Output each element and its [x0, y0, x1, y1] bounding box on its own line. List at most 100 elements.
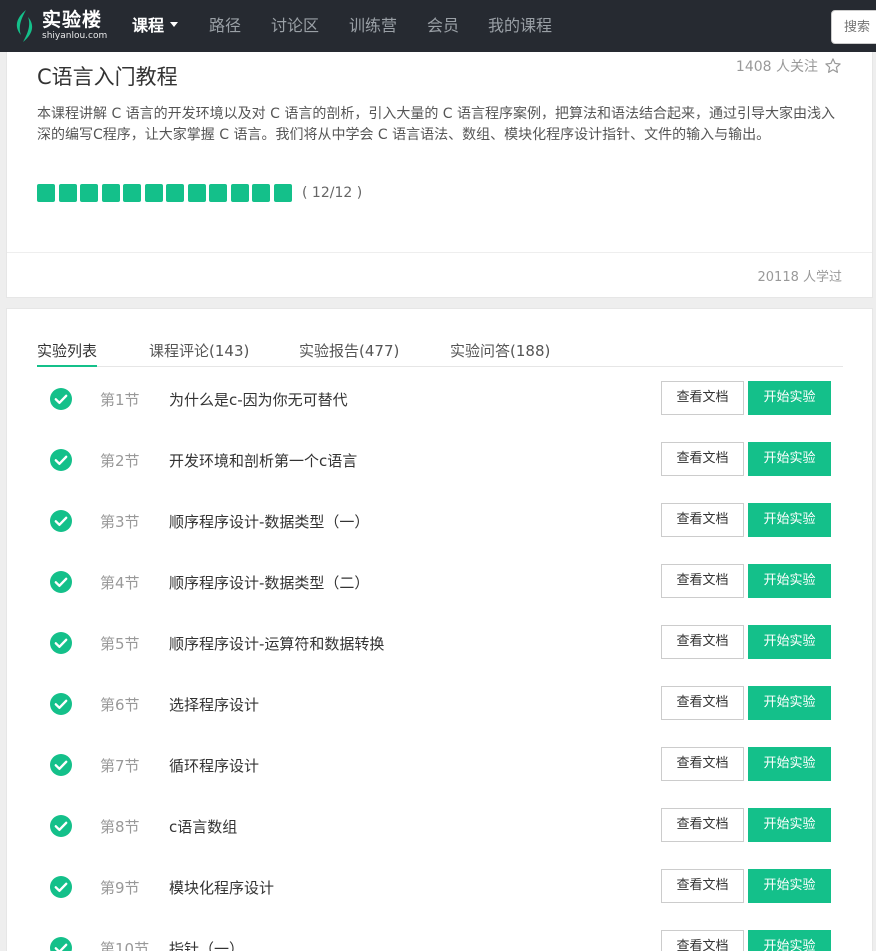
start-lab-button[interactable]: 开始实验	[748, 808, 831, 842]
section-title[interactable]: 指针（一）	[169, 938, 244, 951]
progress-block	[123, 184, 141, 202]
section-row: 第7节 循环程序设计 查看文档 开始实验	[7, 743, 872, 804]
course-progress: ( 12/12 )	[37, 184, 362, 202]
section-title[interactable]: 为什么是c-因为你无可替代	[169, 389, 348, 410]
progress-block	[273, 184, 292, 202]
section-title[interactable]: 顺序程序设计-数据类型（一）	[169, 511, 369, 532]
section-row: 第9节 模块化程序设计 查看文档 开始实验	[7, 865, 872, 926]
start-lab-button[interactable]: 开始实验	[748, 930, 831, 951]
course-info-card: C语言入门教程 1408 人关注 本课程讲解 C 语言的开发环境以及对 C 语言…	[6, 52, 873, 298]
follow-button[interactable]: 1408 人关注	[736, 56, 842, 76]
nav-bootcamp[interactable]: 训练营	[349, 0, 397, 52]
nav-forum[interactable]: 讨论区	[271, 0, 319, 52]
section-number: 第3节	[100, 513, 140, 531]
course-description: 本课程讲解 C 语言的开发环境以及对 C 语言的剖析，引入大量的 C 语言程序案…	[37, 106, 836, 143]
course-title: C语言入门教程	[37, 65, 178, 89]
progress-block	[101, 184, 120, 202]
site-logo[interactable]: 实验楼 shiyanlou.com	[12, 9, 107, 43]
start-lab-button[interactable]: 开始实验	[748, 442, 831, 476]
section-title[interactable]: 顺序程序设计-运算符和数据转换	[169, 633, 384, 654]
nav-paths[interactable]: 路径	[209, 0, 241, 52]
section-title[interactable]: c语言数组	[169, 816, 237, 837]
section-number: 第8节	[100, 818, 140, 836]
check-circle-icon	[50, 449, 72, 471]
section-row: 第3节 顺序程序设计-数据类型（一） 查看文档 开始实验	[7, 499, 872, 560]
view-doc-button[interactable]: 查看文档	[661, 808, 744, 842]
section-row: 第2节 开发环境和剖析第一个c语言 查看文档 开始实验	[7, 438, 872, 499]
section-title[interactable]: 开发环境和剖析第一个c语言	[169, 450, 357, 471]
check-circle-icon	[50, 571, 72, 593]
nav-membership[interactable]: 会员	[427, 0, 459, 52]
logo-domain: shiyanlou.com	[42, 31, 108, 41]
caret-down-icon	[170, 22, 179, 27]
start-lab-button[interactable]: 开始实验	[748, 869, 831, 903]
nav-courses[interactable]: 课程	[132, 0, 179, 52]
view-doc-button[interactable]: 查看文档	[661, 503, 744, 537]
tab-reports[interactable]: 实验报告(477)	[299, 341, 399, 367]
view-doc-button[interactable]: 查看文档	[661, 381, 744, 415]
section-row: 第5节 顺序程序设计-运算符和数据转换 查看文档 开始实验	[7, 621, 872, 682]
section-row: 第10节 指针（一） 查看文档 开始实验	[7, 926, 872, 951]
tab-lab-list[interactable]: 实验列表	[37, 341, 98, 367]
section-title[interactable]: 模块化程序设计	[169, 877, 274, 898]
section-title[interactable]: 顺序程序设计-数据类型（二）	[169, 572, 369, 593]
progress-block	[58, 184, 77, 202]
progress-block	[80, 184, 98, 202]
search-input[interactable]	[831, 10, 876, 44]
tab-reviews[interactable]: 课程评论(143)	[149, 341, 249, 367]
learned-count: 20118 人学过	[757, 270, 843, 285]
divider	[7, 252, 872, 253]
section-number: 第1节	[100, 391, 140, 409]
section-number: 第7节	[100, 757, 140, 775]
progress-block	[144, 184, 163, 202]
top-navbar: 实验楼 shiyanlou.com 课程 路径 讨论区 训练营 会员 我的课程	[0, 0, 876, 52]
view-doc-button[interactable]: 查看文档	[661, 869, 744, 903]
view-doc-button[interactable]: 查看文档	[661, 564, 744, 598]
section-number: 第2节	[100, 452, 140, 470]
view-doc-button[interactable]: 查看文档	[661, 442, 744, 476]
section-number: 第6节	[100, 696, 140, 714]
check-circle-icon	[50, 876, 72, 898]
section-row: 第1节 为什么是c-因为你无可替代 查看文档 开始实验	[7, 377, 872, 438]
lab-list-card: 实验列表 课程评论(143) 实验报告(477) 实验问答(188) 第1节 为什…	[6, 308, 873, 951]
progress-block	[37, 184, 55, 202]
start-lab-button[interactable]: 开始实验	[748, 625, 831, 659]
followers-count: 1408 人关注	[735, 59, 818, 75]
start-lab-button[interactable]: 开始实验	[748, 747, 831, 781]
progress-block	[230, 184, 249, 202]
tab-qa[interactable]: 实验问答(188)	[450, 341, 550, 367]
check-circle-icon	[50, 754, 72, 776]
progress-block	[252, 184, 270, 202]
view-doc-button[interactable]: 查看文档	[661, 747, 744, 781]
nav-courses-label: 课程	[132, 16, 165, 35]
section-title[interactable]: 循环程序设计	[169, 755, 259, 776]
section-row: 第6节 选择程序设计 查看文档 开始实验	[7, 682, 872, 743]
view-doc-button[interactable]: 查看文档	[661, 686, 744, 720]
section-number: 第10节	[100, 940, 150, 951]
view-doc-button[interactable]: 查看文档	[661, 625, 744, 659]
check-circle-icon	[50, 388, 72, 410]
progress-block	[209, 184, 227, 202]
section-number: 第9节	[100, 879, 140, 897]
star-icon	[825, 58, 841, 73]
start-lab-button[interactable]: 开始实验	[748, 381, 831, 415]
progress-blocks	[37, 184, 295, 202]
check-circle-icon	[50, 693, 72, 715]
tab-bar: 实验列表 课程评论(143) 实验报告(477) 实验问答(188)	[37, 341, 843, 367]
logo-name: 实验楼	[42, 9, 103, 31]
start-lab-button[interactable]: 开始实验	[748, 503, 831, 537]
start-lab-button[interactable]: 开始实验	[748, 686, 831, 720]
view-doc-button[interactable]: 查看文档	[661, 930, 744, 951]
check-circle-icon	[50, 815, 72, 837]
nav-my-courses[interactable]: 我的课程	[488, 0, 552, 52]
check-circle-icon	[50, 510, 72, 532]
section-number: 第4节	[100, 574, 140, 592]
progress-block	[166, 184, 184, 202]
section-title[interactable]: 选择程序设计	[169, 694, 259, 715]
progress-text: ( 12/12 )	[302, 185, 363, 201]
section-number: 第5节	[100, 635, 140, 653]
check-circle-icon	[50, 937, 72, 951]
section-row: 第8节 c语言数组 查看文档 开始实验	[7, 804, 872, 865]
check-circle-icon	[50, 632, 72, 654]
start-lab-button[interactable]: 开始实验	[748, 564, 831, 598]
